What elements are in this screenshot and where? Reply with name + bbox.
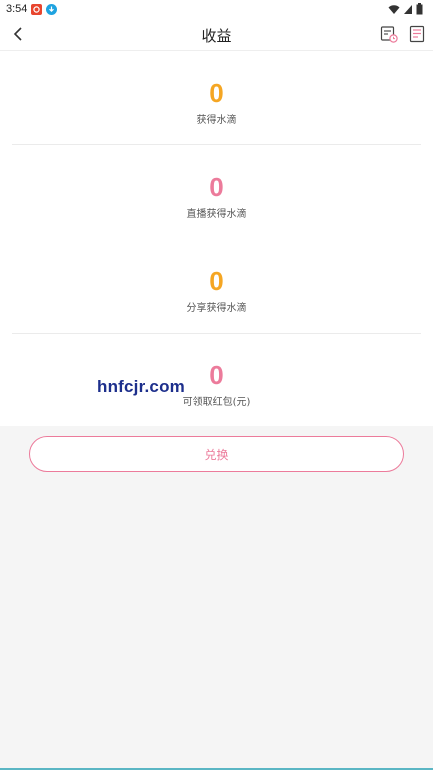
status-bar: 3:54	[0, 0, 433, 18]
page-title: 收益	[201, 27, 232, 45]
stat-value: 0	[209, 266, 224, 296]
download-notification-icon	[46, 3, 58, 15]
earnings-panel: 0 获得水滴 0 直播获得水滴 0 分享获得水滴 0 可领取红包(元)	[0, 51, 433, 426]
battery-icon	[416, 3, 423, 15]
notification-app-icon	[31, 3, 43, 15]
signal-icon	[404, 4, 412, 14]
stat-share-water-drops: 0 分享获得水滴	[0, 267, 433, 314]
divider	[12, 333, 421, 334]
stat-value: 0	[209, 172, 224, 202]
stat-water-drops: 0 获得水滴	[0, 79, 433, 126]
calendar-icon	[380, 26, 398, 43]
stat-red-packet: 0 可领取红包(元)	[0, 361, 433, 408]
wifi-icon	[388, 4, 400, 14]
stat-label: 获得水滴	[196, 115, 237, 126]
list-document-icon	[409, 25, 425, 43]
exchange-button[interactable]: 兑换	[29, 436, 404, 472]
status-time: 3:54	[6, 3, 28, 15]
stat-value: 0	[209, 78, 224, 108]
app-header: 收益	[0, 18, 433, 51]
stat-label: 可领取红包(元)	[182, 397, 251, 408]
stat-label: 直播获得水滴	[186, 209, 247, 220]
stat-label: 分享获得水滴	[186, 303, 247, 314]
divider	[12, 144, 421, 145]
watermark-text: hnfcjr.com	[97, 377, 185, 396]
stat-live-water-drops: 0 直播获得水滴	[0, 173, 433, 220]
records-button[interactable]	[407, 24, 427, 44]
status-indicators	[388, 3, 423, 15]
stat-value: 0	[209, 360, 224, 390]
calendar-record-button[interactable]	[379, 24, 399, 44]
